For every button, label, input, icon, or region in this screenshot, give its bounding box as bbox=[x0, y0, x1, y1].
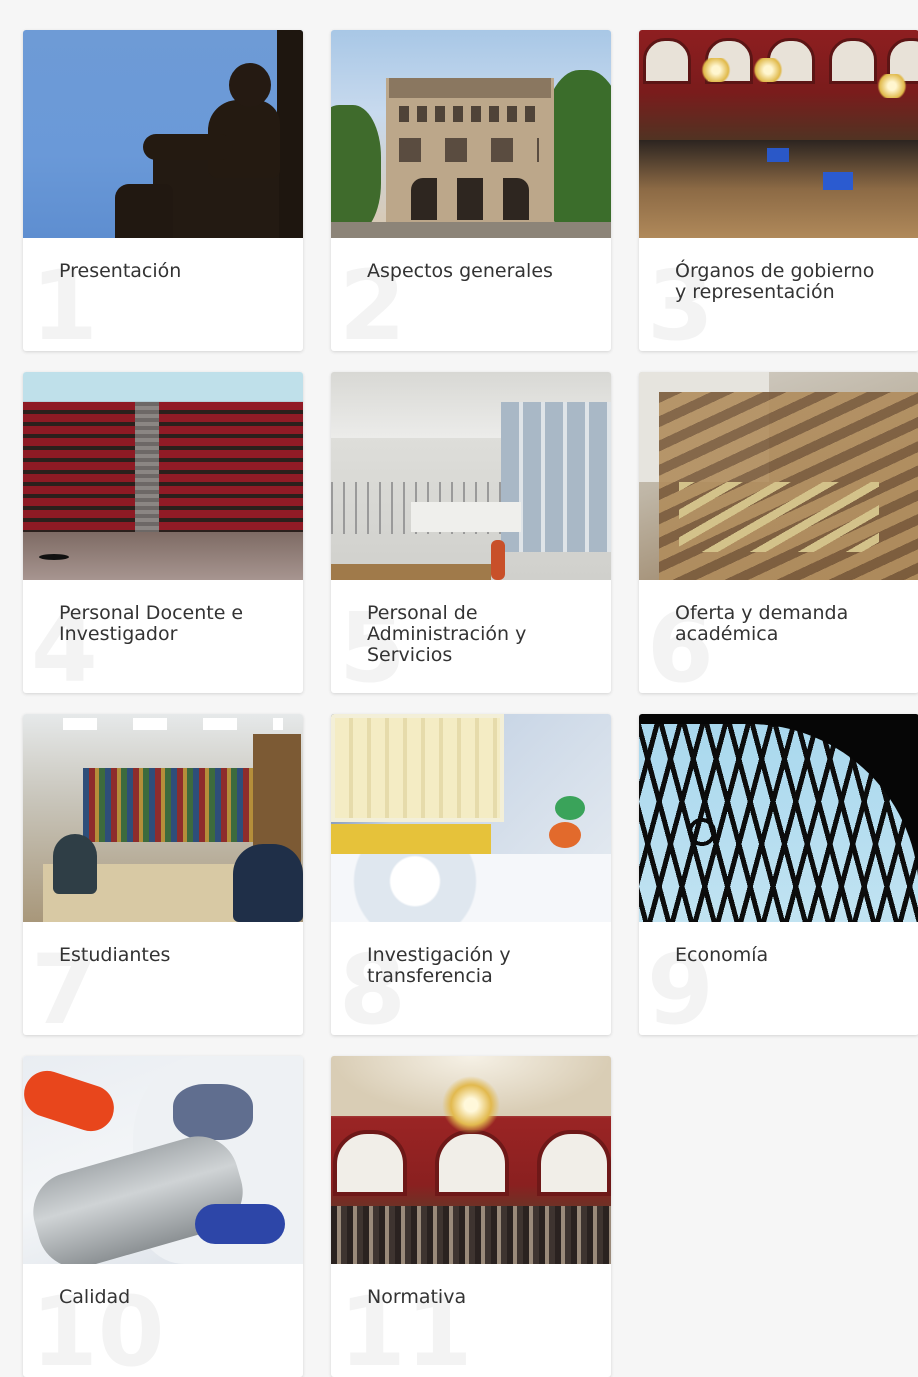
building-facade-image bbox=[331, 30, 611, 238]
card-title[interactable]: Presentación bbox=[23, 238, 303, 282]
card-title[interactable]: Oferta y demanda académica bbox=[639, 580, 918, 645]
lab-samples-image bbox=[331, 714, 611, 922]
card-title[interactable]: Economía bbox=[639, 922, 918, 966]
card-title[interactable]: Normativa bbox=[331, 1264, 611, 1308]
card-estudiantes[interactable]: 7 Estudiantes bbox=[23, 714, 303, 1035]
card-title[interactable]: Estudiantes bbox=[23, 922, 303, 966]
card-title[interactable]: Aspectos generales bbox=[331, 238, 611, 282]
card-body: 6 Oferta y demanda académica bbox=[639, 580, 918, 693]
card-body: 3 Órganos de gobierno y representación bbox=[639, 238, 918, 351]
card-body: 2 Aspectos generales bbox=[331, 238, 611, 351]
card-economia[interactable]: 9 Economía bbox=[639, 714, 918, 1035]
card-body: 9 Economía bbox=[639, 922, 918, 1035]
statue-image bbox=[23, 30, 303, 238]
card-aspectos-generales[interactable]: 2 Aspectos generales bbox=[331, 30, 611, 351]
card-body: 8 Investigación y transferencia bbox=[331, 922, 611, 1035]
card-calidad[interactable]: 10 Calidad bbox=[23, 1056, 303, 1377]
protective-suit-image bbox=[23, 1056, 303, 1264]
iron-window-image bbox=[639, 714, 918, 922]
card-body: 11 Normativa bbox=[331, 1264, 611, 1377]
card-title[interactable]: Órganos de gobierno y representación bbox=[639, 238, 918, 303]
card-body: 1 Presentación bbox=[23, 238, 303, 351]
card-title[interactable]: Personal de Administración y Servicios bbox=[331, 580, 611, 666]
lecture-hall-image bbox=[639, 372, 918, 580]
card-body: 7 Estudiantes bbox=[23, 922, 303, 1035]
card-title[interactable]: Personal Docente e Investigador bbox=[23, 580, 303, 645]
section-card-grid: 1 Presentación 2 Aspectos generales 3 Ór… bbox=[23, 30, 918, 1377]
auditorium-image bbox=[23, 372, 303, 580]
card-body: 4 Personal Docente e Investigador bbox=[23, 580, 303, 693]
card-oferta-demanda[interactable]: 6 Oferta y demanda académica bbox=[639, 372, 918, 693]
paraninfo-hall-image bbox=[331, 1056, 611, 1264]
card-body: 5 Personal de Administración y Servicios bbox=[331, 580, 611, 693]
card-normativa[interactable]: 11 Normativa bbox=[331, 1056, 611, 1377]
card-title[interactable]: Calidad bbox=[23, 1264, 303, 1308]
card-personal-docente[interactable]: 4 Personal Docente e Investigador bbox=[23, 372, 303, 693]
assembly-hall-image bbox=[639, 30, 918, 238]
card-presentacion[interactable]: 1 Presentación bbox=[23, 30, 303, 351]
library-image bbox=[23, 714, 303, 922]
card-investigacion[interactable]: 8 Investigación y transferencia bbox=[331, 714, 611, 1035]
card-title[interactable]: Investigación y transferencia bbox=[331, 922, 611, 987]
card-personal-administracion[interactable]: 5 Personal de Administración y Servicios bbox=[331, 372, 611, 693]
card-body: 10 Calidad bbox=[23, 1264, 303, 1377]
card-organos-gobierno[interactable]: 3 Órganos de gobierno y representación bbox=[639, 30, 918, 351]
atrium-image bbox=[331, 372, 611, 580]
